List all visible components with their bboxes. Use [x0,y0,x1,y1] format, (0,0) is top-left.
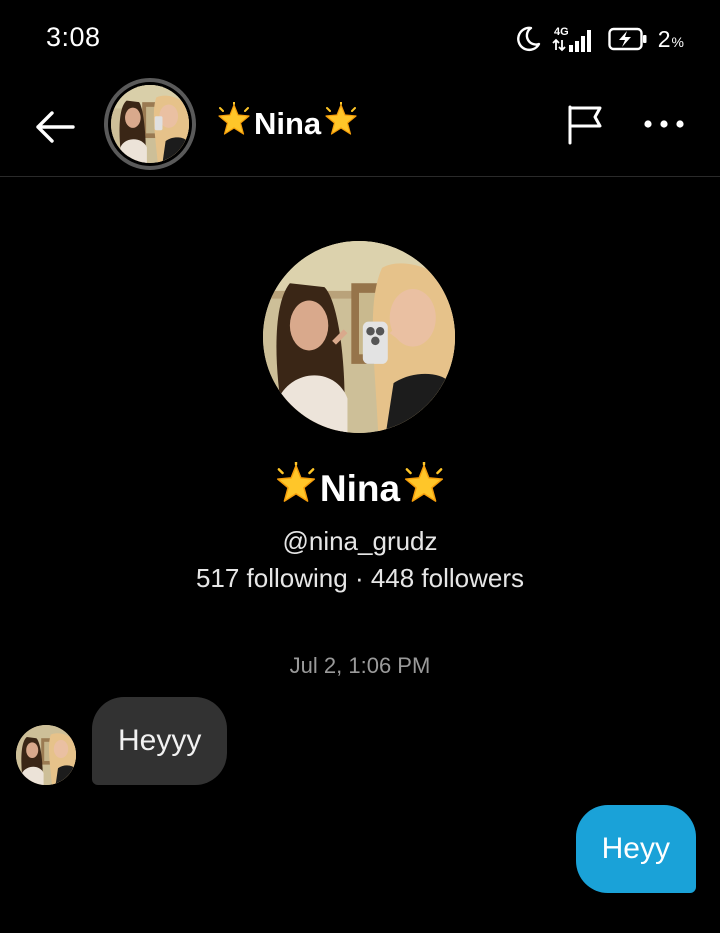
header-title[interactable]: Nina [216,101,359,146]
outgoing-message-text: Heyy [601,832,670,865]
glowing-star-icon [323,101,359,146]
flag-icon [568,105,602,145]
header-avatar-photo [111,85,189,163]
header-name: Nina [254,106,322,141]
battery-charging-icon [608,26,648,52]
incoming-message-text: Heyyy [118,724,202,757]
profile-name-text: Nina [319,467,401,509]
more-options-button[interactable] [636,100,692,148]
profile-handle[interactable]: @nina_grudz [0,526,720,557]
battery-percent-value: 2 [657,25,671,52]
network-type-label: 4G [554,26,569,38]
header-avatar[interactable] [104,78,196,170]
cellular-signal-icon: 4G [552,24,598,54]
incoming-message-bubble[interactable]: Heyyy [92,697,228,785]
battery-percent-unit: % [671,33,684,50]
sender-avatar[interactable] [16,725,76,785]
back-button[interactable] [30,102,80,152]
battery-percentage: 2% [658,26,684,53]
report-flag-button[interactable] [560,100,608,148]
back-arrow-icon [36,111,75,143]
outgoing-message-bubble[interactable]: Heyy [575,805,696,893]
profile-follow-stats[interactable]: 517 following · 448 followers [0,563,720,594]
profile-display-name: Nina [0,460,720,515]
do-not-disturb-moon-icon [514,25,542,53]
status-time: 3:08 [46,22,101,52]
glowing-star-icon [274,460,318,515]
glowing-star-icon [216,101,252,146]
conversation-header: Nina [0,78,720,177]
message-timestamp: Jul 2, 1:06 PM [289,653,431,678]
profile-avatar[interactable] [263,241,455,433]
glowing-star-icon [402,460,446,515]
more-dots-icon [644,120,684,128]
status-icons: 4G 2% [514,22,684,56]
status-bar: 3:08 4G 2% [0,0,720,78]
